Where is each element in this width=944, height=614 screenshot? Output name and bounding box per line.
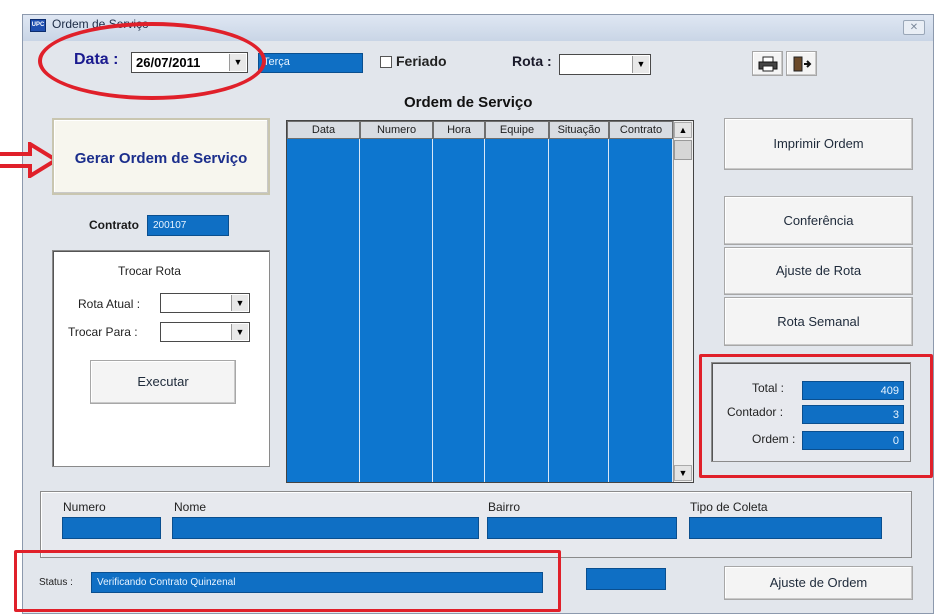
grid-column-contrato: [609, 139, 673, 482]
bairro-label: Bairro: [488, 500, 521, 514]
grid-title: Ordem de Serviço: [404, 94, 533, 111]
rota-semanal-button[interactable]: Rota Semanal: [724, 297, 913, 346]
ajuste-rota-button[interactable]: Ajuste de Rota: [724, 247, 913, 295]
trocar-para-combo[interactable]: ▼: [160, 322, 250, 342]
nome-label: Nome: [174, 500, 207, 514]
grid-column-data: [287, 139, 360, 482]
chevron-down-icon[interactable]: ▼: [632, 56, 649, 73]
gerar-ordem-button[interactable]: Gerar Ordem de Serviço: [52, 118, 270, 195]
gerar-ordem-label: Gerar Ordem de Serviço: [74, 150, 248, 167]
feriado-checkbox[interactable]: [380, 56, 392, 68]
grid-column-situacao: [549, 139, 609, 482]
ajuste-ordem-label: Ajuste de Ordem: [769, 575, 868, 590]
grid-column-hora: [433, 139, 485, 482]
scroll-up-icon[interactable]: ▲: [674, 122, 692, 138]
trocar-rota-panel: [52, 250, 270, 467]
annotation-arrow: [0, 140, 60, 180]
rota-atual-combo[interactable]: ▼: [160, 293, 250, 313]
rota-semanal-label: Rota Semanal: [777, 314, 860, 329]
tipo-coleta-label: Tipo de Coleta: [690, 500, 768, 514]
contrato-label: Contrato: [89, 218, 139, 232]
annotation-ellipse: [38, 22, 266, 100]
numero-field[interactable]: [62, 517, 161, 539]
grid-column-equipe: [485, 139, 549, 482]
imprimir-ordem-button[interactable]: Imprimir Ordem: [724, 118, 913, 170]
rota-label: Rota :: [512, 53, 552, 69]
grid-scrollbar[interactable]: [673, 121, 693, 482]
tipo-coleta-field[interactable]: [689, 517, 882, 539]
annotation-box-status: [14, 550, 561, 612]
weekday-field: Terça: [258, 53, 363, 73]
scroll-thumb[interactable]: [674, 140, 692, 160]
column-header-situacao[interactable]: Situação: [549, 121, 609, 139]
exit-button[interactable]: [786, 51, 817, 76]
column-header-numero[interactable]: Numero: [360, 121, 433, 139]
feriado-label: Feriado: [396, 53, 447, 69]
executar-label: Executar: [137, 374, 189, 389]
column-header-data[interactable]: Data: [287, 121, 360, 139]
ajuste-ordem-button[interactable]: Ajuste de Ordem: [724, 566, 913, 600]
grid-column-numero: [360, 139, 433, 482]
printer-icon: [758, 56, 777, 72]
trocar-para-label: Trocar Para :: [68, 325, 138, 339]
bairro-field[interactable]: [487, 517, 677, 539]
conferencia-label: Conferência: [783, 213, 854, 228]
column-header-contrato[interactable]: Contrato: [609, 121, 673, 139]
rota-atual-label: Rota Atual :: [78, 297, 141, 311]
chevron-down-icon[interactable]: ▼: [231, 295, 248, 311]
numero-label: Numero: [63, 500, 106, 514]
chevron-down-icon[interactable]: ▼: [231, 324, 248, 340]
print-button[interactable]: [752, 51, 783, 76]
app-icon: UPC: [30, 19, 46, 32]
conferencia-button[interactable]: Conferência: [724, 196, 913, 245]
column-header-hora[interactable]: Hora: [433, 121, 485, 139]
annotation-box-totals: [699, 354, 933, 478]
exit-door-icon: [793, 56, 811, 72]
imprimir-ordem-label: Imprimir Ordem: [773, 136, 864, 151]
status-extra-field: [586, 568, 666, 590]
close-button[interactable]: ✕: [903, 20, 925, 35]
ajuste-rota-label: Ajuste de Rota: [775, 263, 862, 278]
trocar-rota-title: Trocar Rota: [118, 264, 181, 278]
executar-button[interactable]: Executar: [90, 360, 236, 404]
contrato-field[interactable]: 200107: [147, 215, 229, 236]
column-header-equipe[interactable]: Equipe: [485, 121, 549, 139]
rota-combo[interactable]: ▼: [559, 54, 651, 75]
nome-field[interactable]: [172, 517, 479, 539]
scroll-down-icon[interactable]: ▼: [674, 465, 692, 481]
